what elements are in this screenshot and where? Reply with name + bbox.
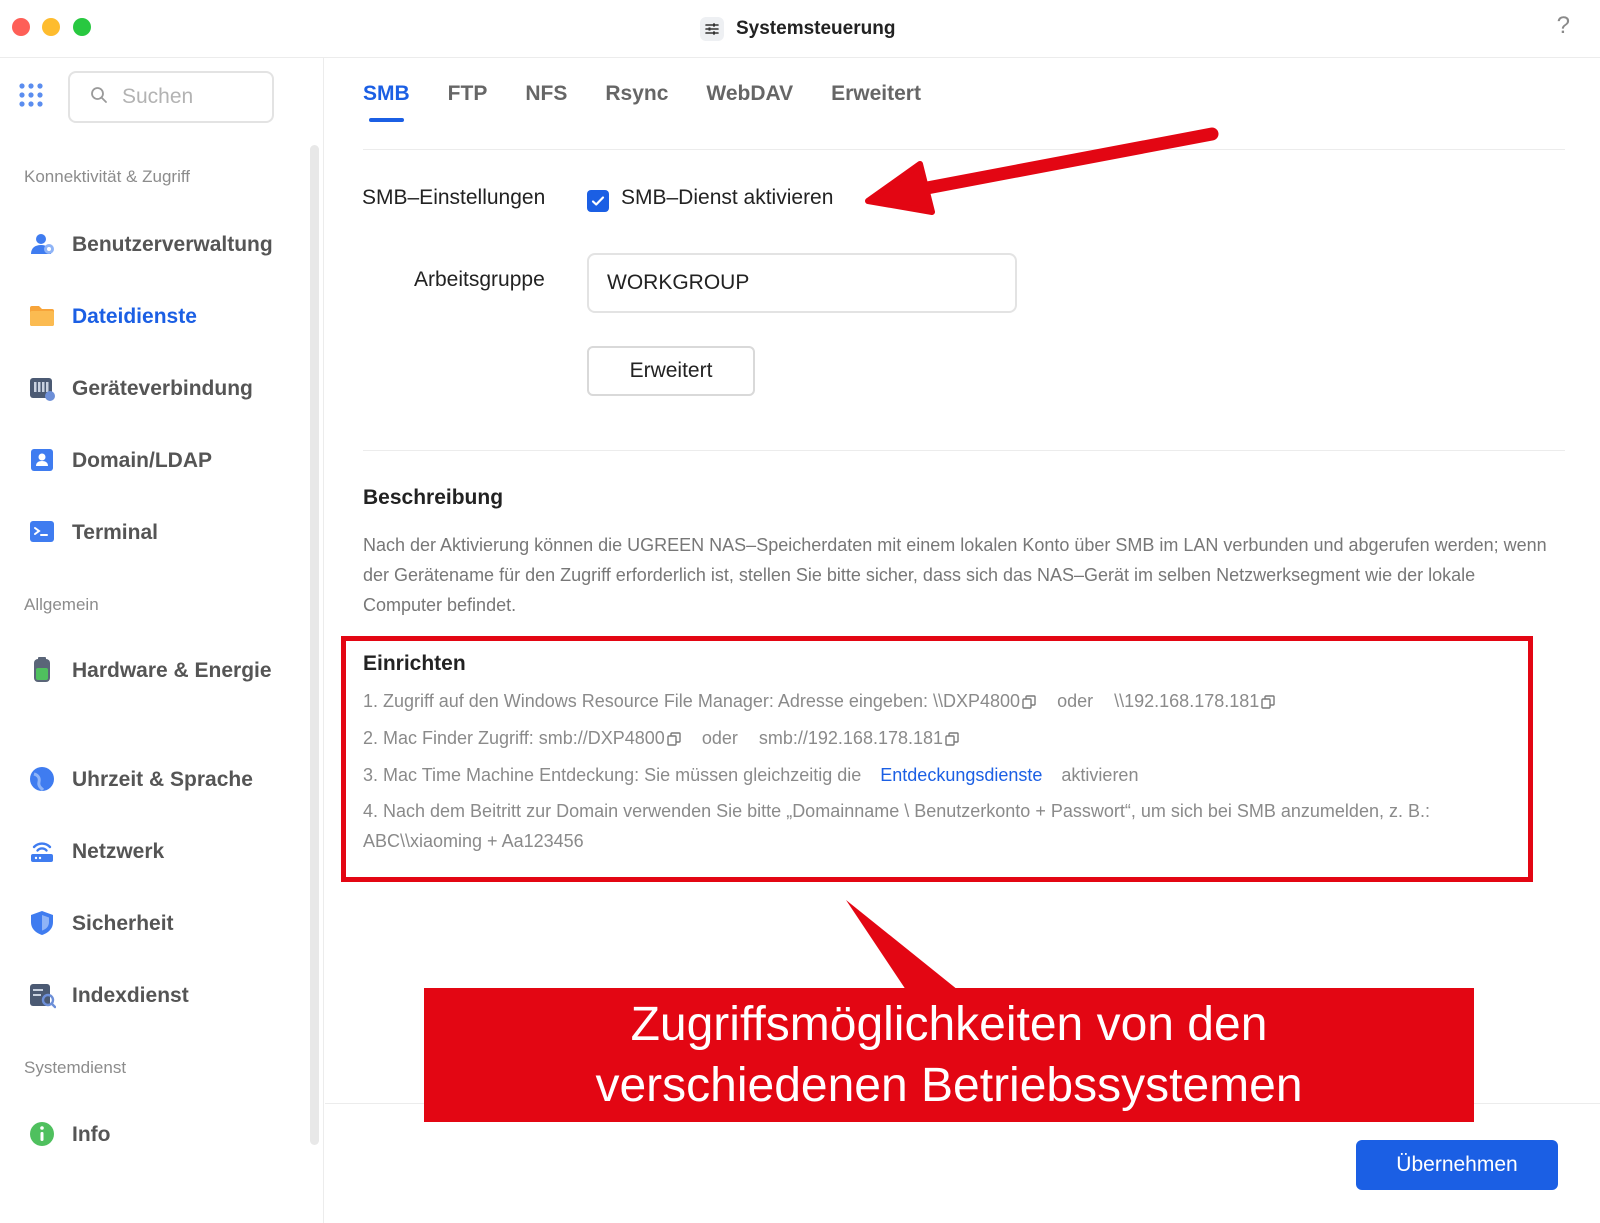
workgroup-label: Arbeitsgruppe — [414, 268, 545, 291]
domain-icon — [28, 446, 56, 474]
sidebar-item-geraeteverbindung[interactable]: Geräteverbindung — [28, 370, 298, 407]
smb-enable-checkbox[interactable] — [587, 190, 609, 212]
sidebar-item-netzwerk[interactable]: Netzwerk — [28, 833, 298, 870]
terminal-icon — [28, 518, 56, 546]
tab-bar: SMB FTP NFS Rsync WebDAV Erweitert — [363, 78, 1565, 150]
sidebar-item-hardware-energie[interactable]: Hardware & Energie — [28, 652, 298, 689]
annotation-callout: Zugriffsmöglichkeiten von den verschiede… — [424, 988, 1474, 1122]
tab-smb[interactable]: SMB — [363, 78, 410, 150]
workgroup-input[interactable] — [587, 253, 1017, 313]
sidebar-item-label: Indexdienst — [72, 984, 189, 1007]
smb-settings-label: SMB–Einstellungen — [362, 186, 546, 209]
sidebar: Konnektivität & Zugriff Benutzerverwaltu… — [0, 58, 324, 1223]
sidebar-item-label: Sicherheit — [72, 912, 174, 935]
help-icon[interactable]: ? — [1557, 12, 1570, 40]
divider — [363, 450, 1565, 451]
sidebar-item-uhrzeit-sprache[interactable]: Uhrzeit & Sprache — [28, 761, 298, 798]
sidebar-item-label: Uhrzeit & Sprache — [72, 768, 253, 791]
search-box[interactable] — [68, 71, 274, 123]
app-grid-icon[interactable] — [18, 82, 44, 113]
sidebar-item-label: Netzwerk — [72, 840, 165, 863]
window-title: Systemsteuerung — [736, 18, 896, 39]
checkmark-icon — [591, 196, 605, 206]
tab-nfs[interactable]: NFS — [525, 78, 567, 150]
advanced-button[interactable]: Erweitert — [587, 346, 755, 396]
tab-ftp[interactable]: FTP — [448, 78, 488, 150]
sidebar-item-dateidienste[interactable]: Dateidienste — [28, 298, 298, 335]
index-icon — [28, 981, 57, 1009]
minimize-window-button[interactable] — [42, 18, 60, 36]
window-title-group: Systemsteuerung — [700, 14, 895, 44]
sidebar-scrollbar[interactable] — [310, 145, 319, 1145]
description-text: Nach der Aktivierung können die UGREEN N… — [363, 535, 1547, 615]
highlight-box — [341, 636, 1533, 882]
users-icon — [28, 230, 56, 258]
search-icon — [90, 86, 108, 109]
sidebar-item-label: Domain/LDAP — [72, 449, 213, 472]
sidebar-item-terminal[interactable]: Terminal — [28, 514, 298, 551]
maximize-window-button[interactable] — [73, 18, 91, 36]
battery-icon — [28, 656, 56, 684]
sidebar-item-indexdienst[interactable]: Indexdienst — [28, 977, 298, 1014]
sidebar-item-label: Terminal — [72, 521, 158, 544]
sliders-icon — [700, 17, 724, 41]
sidebar-item-sicherheit[interactable]: Sicherheit — [28, 905, 298, 942]
sidebar-item-label: Benutzerverwaltung — [72, 233, 273, 256]
folder-icon — [28, 302, 56, 330]
shield-icon — [28, 909, 56, 937]
section-label-connectivity: Konnektivität & Zugriff — [24, 167, 190, 186]
device-icon — [28, 374, 56, 402]
sidebar-item-label: Info — [72, 1123, 111, 1146]
tab-erweitert[interactable]: Erweitert — [831, 78, 921, 150]
search-input[interactable] — [122, 85, 262, 109]
sidebar-item-label: Dateidienste — [72, 305, 197, 328]
tab-rsync[interactable]: Rsync — [605, 78, 668, 150]
callout-line-1: Zugriffsmöglichkeiten von den — [630, 998, 1268, 1051]
description-heading: Beschreibung — [363, 486, 504, 509]
sidebar-item-info[interactable]: Info — [28, 1116, 298, 1153]
apply-button[interactable]: Übernehmen — [1356, 1140, 1558, 1190]
callout-line-2: verschiedenen Betriebssystemen — [595, 1059, 1303, 1112]
info-icon — [28, 1120, 56, 1148]
router-icon — [28, 837, 56, 865]
section-label-system-service: Systemdienst — [24, 1058, 127, 1077]
close-window-button[interactable] — [12, 18, 30, 36]
sidebar-item-label: Hardware & Energie — [72, 659, 272, 682]
section-label-general: Allgemein — [24, 595, 99, 614]
tab-webdav[interactable]: WebDAV — [706, 78, 793, 150]
title-bar: Systemsteuerung ? — [0, 0, 1600, 58]
sidebar-item-label: Geräteverbindung — [72, 377, 253, 400]
sidebar-item-domain-ldap[interactable]: Domain/LDAP — [28, 442, 298, 479]
smb-enable-label[interactable]: SMB–Dienst aktivieren — [621, 186, 833, 210]
globe-icon — [28, 765, 56, 793]
sidebar-item-benutzerverwaltung[interactable]: Benutzerverwaltung — [28, 226, 298, 263]
